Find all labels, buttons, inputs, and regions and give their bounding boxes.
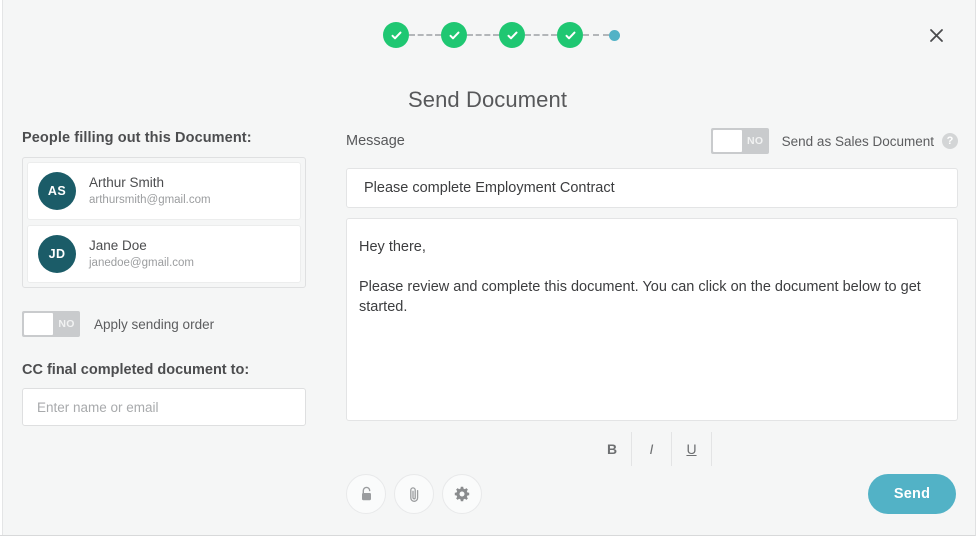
avatar: JD	[38, 235, 76, 273]
person-name: Arthur Smith	[89, 175, 165, 190]
step-3-complete[interactable]	[499, 22, 525, 48]
apply-sending-order-row: NO Apply sending order	[22, 311, 306, 337]
step-1-complete[interactable]	[383, 22, 409, 48]
check-icon	[507, 31, 517, 39]
step-connector-4	[583, 34, 609, 36]
avatar: AS	[38, 172, 76, 210]
check-icon	[391, 31, 401, 39]
people-list: AS Arthur Smith arthursmith@gmail.com JD…	[22, 157, 306, 288]
send-as-sales-document-toggle[interactable]: NO	[710, 128, 769, 154]
paperclip-icon	[409, 486, 418, 502]
lock-button[interactable]	[346, 474, 386, 514]
check-icon	[565, 31, 575, 39]
list-item[interactable]: AS Arthur Smith arthursmith@gmail.com	[27, 162, 301, 220]
italic-button[interactable]: I	[632, 432, 672, 466]
message-panel: Message NO Send as Sales Document ? B I …	[346, 128, 958, 466]
attachment-button[interactable]	[394, 474, 434, 514]
person-email: arthursmith@gmail.com	[89, 194, 211, 206]
toggle-knob	[712, 130, 742, 152]
settings-button[interactable]	[442, 474, 482, 514]
list-item[interactable]: JD Jane Doe janedoe@gmail.com	[27, 225, 301, 283]
send-document-modal: Send Document People filling out this Do…	[0, 0, 976, 536]
message-header: Message NO Send as Sales Document ?	[346, 128, 958, 154]
step-2-complete[interactable]	[441, 22, 467, 48]
send-button[interactable]: Send	[868, 474, 956, 514]
progress-stepper	[383, 22, 620, 48]
step-4-complete[interactable]	[557, 22, 583, 48]
close-button[interactable]	[923, 22, 949, 48]
toggle-state-label: NO	[746, 135, 764, 147]
lock-icon	[361, 486, 371, 501]
close-icon	[929, 28, 943, 42]
send-as-sales-document-label: Send as Sales Document	[781, 133, 934, 149]
cc-input[interactable]	[22, 388, 306, 426]
recipients-panel: People filling out this Document: AS Art…	[22, 130, 306, 426]
step-connector-2	[467, 34, 499, 36]
help-icon[interactable]: ?	[942, 133, 958, 149]
message-label: Message	[346, 133, 405, 149]
page-title: Send Document	[407, 87, 568, 112]
apply-sending-order-toggle[interactable]: NO	[22, 311, 80, 337]
check-icon	[449, 31, 459, 39]
message-body-textarea[interactable]	[346, 218, 958, 421]
toggle-knob	[24, 313, 53, 335]
subject-input[interactable]	[346, 168, 958, 208]
toggle-state-label: NO	[58, 318, 75, 330]
step-connector-1	[409, 34, 441, 36]
step-connector-3	[525, 34, 557, 36]
underline-button[interactable]: U	[672, 432, 712, 466]
bold-button[interactable]: B	[592, 432, 632, 466]
step-5-current[interactable]	[609, 29, 620, 41]
gear-icon	[454, 486, 470, 502]
formatting-toolbar: B I U	[346, 432, 958, 466]
apply-sending-order-label: Apply sending order	[94, 316, 215, 332]
footer-actions	[346, 474, 482, 514]
person-email: janedoe@gmail.com	[89, 257, 195, 269]
people-label: People filling out this Document:	[22, 130, 252, 146]
cc-label: CC final completed document to:	[22, 362, 250, 378]
person-name: Jane Doe	[89, 238, 147, 253]
